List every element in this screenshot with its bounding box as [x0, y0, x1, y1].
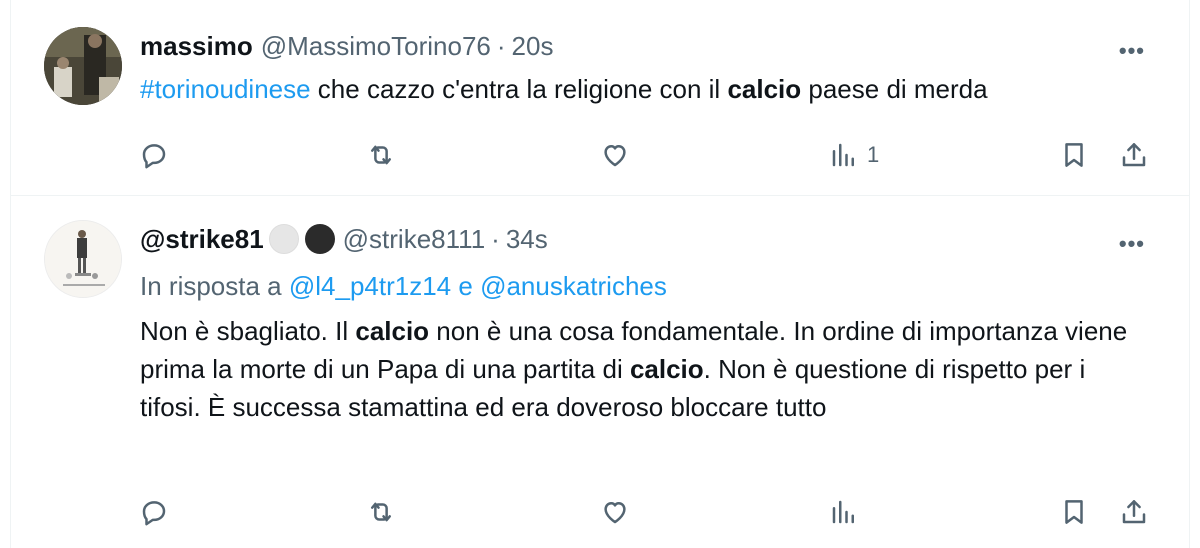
highlighted-term: calcio: [727, 74, 802, 104]
like-button[interactable]: [600, 492, 630, 532]
views-button[interactable]: 1: [829, 135, 879, 175]
tweet-strike81[interactable]: @strike81 @strike8111 · 34s ••• In rispo…: [11, 196, 1189, 548]
highlighted-term: calcio: [355, 316, 430, 346]
bookmark-icon: [1065, 143, 1083, 167]
replying-to: In risposta a @l4_p4tr1z14 e @anuskatric…: [140, 267, 667, 305]
action-bar: [11, 492, 1189, 532]
like-icon: [604, 502, 626, 524]
tweet-text: Non è sbagliato. Il calcio non è una cos…: [140, 312, 1140, 426]
bookmark-button[interactable]: [1059, 492, 1089, 532]
highlighted-term: calcio: [629, 354, 704, 384]
like-icon: [604, 145, 626, 167]
share-button[interactable]: [1119, 492, 1149, 532]
views-count: 1: [867, 142, 880, 167]
timestamp[interactable]: 34s: [506, 223, 548, 255]
timeline: massimo @MassimoTorino76 · 20s ••• #tori…: [10, 0, 1190, 548]
timestamp[interactable]: 20s: [512, 30, 554, 62]
retweet-button[interactable]: [366, 135, 396, 175]
views-icon: [832, 500, 854, 524]
tweet-header: massimo @MassimoTorino76 · 20s: [140, 30, 553, 62]
more-icon[interactable]: •••: [1119, 38, 1145, 64]
reply-icon: [142, 501, 166, 526]
mention-link[interactable]: @anuskatriches: [480, 271, 667, 301]
tweet-massimo[interactable]: massimo @MassimoTorino76 · 20s ••• #tori…: [11, 0, 1189, 196]
text-segment: paese di merda: [801, 74, 988, 104]
text-segment: che cazzo c'entra la religione con il: [310, 74, 728, 104]
tweet-text: #torinoudinese che cazzo c'entra la reli…: [140, 70, 1150, 108]
share-button[interactable]: [1119, 135, 1149, 175]
more-icon[interactable]: •••: [1119, 231, 1145, 257]
text-segment: Non è sbagliato. Il: [140, 316, 356, 346]
reply-button[interactable]: [139, 492, 169, 532]
replying-prefix: In risposta a: [140, 271, 289, 301]
action-bar: 1: [11, 135, 1189, 175]
retweet-icon: [371, 502, 391, 522]
display-name[interactable]: massimo: [140, 30, 253, 62]
reply-button[interactable]: [139, 135, 169, 175]
views-icon: [832, 143, 854, 167]
views-button[interactable]: [829, 492, 867, 532]
black-circle-emoji: [304, 224, 335, 254]
bookmark-icon: [1065, 500, 1083, 524]
reply-icon: [142, 144, 166, 169]
retweet-button[interactable]: [366, 492, 396, 532]
share-icon: [1122, 500, 1146, 524]
avatar[interactable]: [44, 27, 122, 105]
separator-dot: ·: [491, 224, 500, 254]
tweet-header: @strike81 @strike8111 · 34s: [140, 223, 548, 255]
retweet-icon: [371, 145, 391, 165]
display-name[interactable]: @strike81: [140, 223, 264, 255]
bookmark-button[interactable]: [1059, 135, 1089, 175]
share-icon: [1122, 143, 1146, 167]
like-button[interactable]: [600, 135, 630, 175]
mention-link[interactable]: @l4_p4tr1z14: [289, 271, 451, 301]
user-handle[interactable]: @MassimoTorino76: [261, 30, 491, 62]
replying-joiner: e: [451, 271, 481, 301]
separator-dot: ·: [496, 31, 506, 61]
avatar[interactable]: [44, 220, 122, 298]
hashtag-link[interactable]: #torinoudinese: [140, 74, 311, 104]
user-handle[interactable]: @strike8111: [343, 223, 486, 255]
white-circle-emoji: [268, 224, 299, 254]
